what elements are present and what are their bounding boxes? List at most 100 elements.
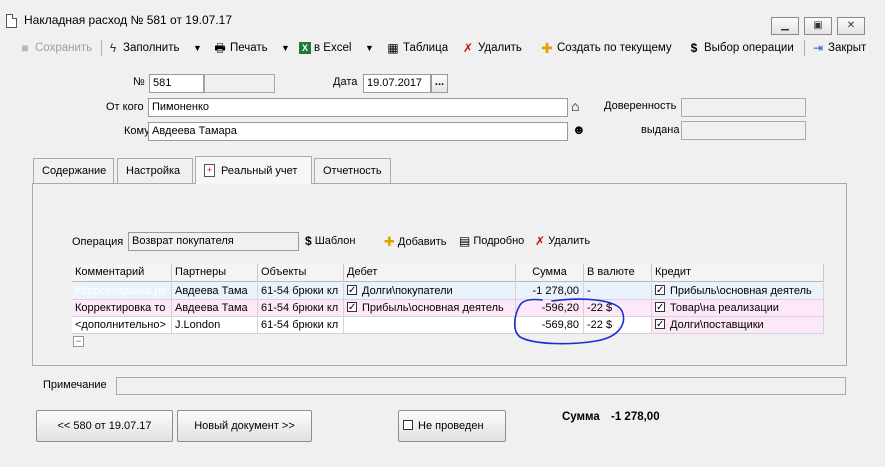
table-row[interactable]: <дополнительно> J.London 61-54 брюки кл … [72,317,824,334]
print-button[interactable]: 🖶 Печать [213,37,267,59]
template-button[interactable]: $ Шаблон [305,234,355,248]
column-header-objects[interactable]: Объекты [258,264,344,282]
minimize-button[interactable]: ▁ [771,17,799,35]
cell-object[interactable]: 61-54 брюки кл [258,300,344,317]
cell-partner[interactable]: Авдеева Тама [172,283,258,300]
title-bar: Накладная расход № 581 от 19.07.17 ▁ ▣ ✕ [0,0,885,36]
cell-comment[interactable]: <дополнительно> [72,317,172,334]
close-doc-button[interactable]: ⇥ Закрыт [811,37,866,59]
number-field[interactable]: 581 [149,74,204,93]
table-button[interactable]: ▦ Таблица [386,37,448,59]
table-icon: ▦ [387,41,399,55]
to-label: Кому [124,125,150,137]
delete-button[interactable]: ✗ Удалить [461,37,522,59]
column-header-currency[interactable]: В валюте [584,264,652,282]
collapse-rows-button[interactable]: − [73,336,84,347]
date-field[interactable]: 19.07.2017 [363,74,431,93]
document-icon [6,14,17,28]
credit-checkbox[interactable] [655,300,665,316]
delete-x-icon: ✗ [462,41,474,55]
cell-credit[interactable]: Долги\поставщики [652,317,824,334]
delete-x-icon: ✗ [535,234,546,248]
add-row-button[interactable]: ✚ Добавить [384,234,447,250]
note-field[interactable] [116,377,846,395]
tab-reporting[interactable]: Отчетность [314,158,391,183]
column-header-partners[interactable]: Партнеры [172,264,258,282]
column-header-debit[interactable]: Дебет [344,264,516,282]
cell-debit[interactable] [344,317,516,334]
dollar-doc-icon: $ [305,234,312,248]
cell-credit[interactable]: Товар\на реализации [652,300,824,317]
operation-label: Операция [72,236,124,248]
create-from-current-button[interactable]: ✚ Создать по текущему [540,37,672,59]
details-button[interactable]: ▤ Подробно [459,234,524,248]
save-button[interactable]: ■ Сохранить [18,37,92,59]
debit-checkbox[interactable] [347,300,357,316]
date-picker-button[interactable]: ... [431,74,448,93]
cell-credit[interactable]: Прибыль\основная деятель [652,283,824,300]
cell-comment[interactable]: Корректировка ре [72,283,172,300]
from-label: От кого [106,101,144,113]
house-icon[interactable]: ⌂ [571,98,587,114]
save-icon: ■ [21,41,29,55]
cell-comment[interactable]: Корректировка то [72,300,172,317]
cell-debit[interactable]: Прибыль\основная деятель [344,300,516,317]
to-field[interactable]: Авдеева Тамара [148,122,568,141]
posted-status-toggle[interactable]: Не проведен [398,410,506,442]
toolbar: ■ Сохранить ϟ Заполнить ▼ 🖶 Печать ▼ X в… [0,37,885,59]
document-plus-icon: + [204,164,215,177]
proxy-label: Доверенность [604,100,677,112]
credit-checkbox[interactable] [655,283,665,299]
fill-dropdown-icon[interactable]: ▼ [193,37,202,59]
excel-dropdown-icon[interactable]: ▼ [365,37,374,59]
annotation-circle [513,298,625,345]
cell-object[interactable]: 61-54 брюки кл [258,283,344,300]
cell-debit[interactable]: Долги\покупатели [344,283,516,300]
cell-object[interactable]: 61-54 брюки кл [258,317,344,334]
column-header-sum[interactable]: Сумма [516,264,584,282]
issued-label: выдана [641,124,680,136]
close-button[interactable]: ✕ [837,17,865,35]
proxy-field[interactable] [681,98,806,117]
window-title: Накладная расход № 581 от 19.07.17 [24,13,233,27]
fill-button[interactable]: ϟ Заполнить [106,37,180,59]
plus-icon: ✚ [541,40,553,56]
table-row[interactable]: Корректировка то Авдеева Тама 61-54 брюк… [72,300,824,317]
debit-checkbox[interactable] [347,283,357,299]
column-header-credit[interactable]: Кредит [652,264,824,282]
dollar-doc-icon: $ [690,41,698,55]
note-label: Примечание [43,379,107,391]
from-field[interactable]: Пимоненко [148,98,568,117]
tab-content[interactable]: Содержание [33,158,114,183]
maximize-button[interactable]: ▣ [804,17,832,35]
exit-icon: ⇥ [812,41,824,55]
printer-icon: 🖶 [214,41,226,55]
person-icon[interactable]: ☻ [572,122,588,138]
posted-checkbox[interactable] [403,420,413,430]
details-icon: ▤ [459,234,471,248]
total-sum-value: -1 278,00 [611,411,660,423]
excel-button[interactable]: X в Excel [299,37,351,59]
cell-partner[interactable]: Авдеева Тама [172,300,258,317]
credit-checkbox[interactable] [655,317,665,333]
new-document-button[interactable]: Новый документ >> [177,410,312,442]
delete-row-button[interactable]: ✗ Удалить [535,234,590,248]
choose-operation-button[interactable]: $ Выбор операции [687,37,794,59]
excel-icon: X [299,42,311,54]
cell-partner[interactable]: J.London [172,317,258,334]
plus-icon: ✚ [384,234,395,249]
issued-field[interactable] [681,121,806,140]
previous-document-button[interactable]: << 580 от 19.07.17 [36,410,173,442]
toolbar-separator [101,40,102,56]
print-dropdown-icon[interactable]: ▼ [281,37,290,59]
operation-field[interactable]: Возврат покупателя [128,232,299,251]
toolbar-separator [804,40,805,56]
column-header-comment[interactable]: Комментарий [72,264,172,282]
lightning-icon: ϟ [109,41,117,55]
tab-real-accounting[interactable]: + Реальный учет [195,156,312,184]
tab-settings[interactable]: Настройка [117,158,193,183]
date-label: Дата [333,76,358,88]
table-row[interactable]: Корректировка ре Авдеева Тама 61-54 брюк… [72,283,824,300]
number-suffix-field[interactable] [204,74,275,93]
number-label: № [133,76,145,88]
